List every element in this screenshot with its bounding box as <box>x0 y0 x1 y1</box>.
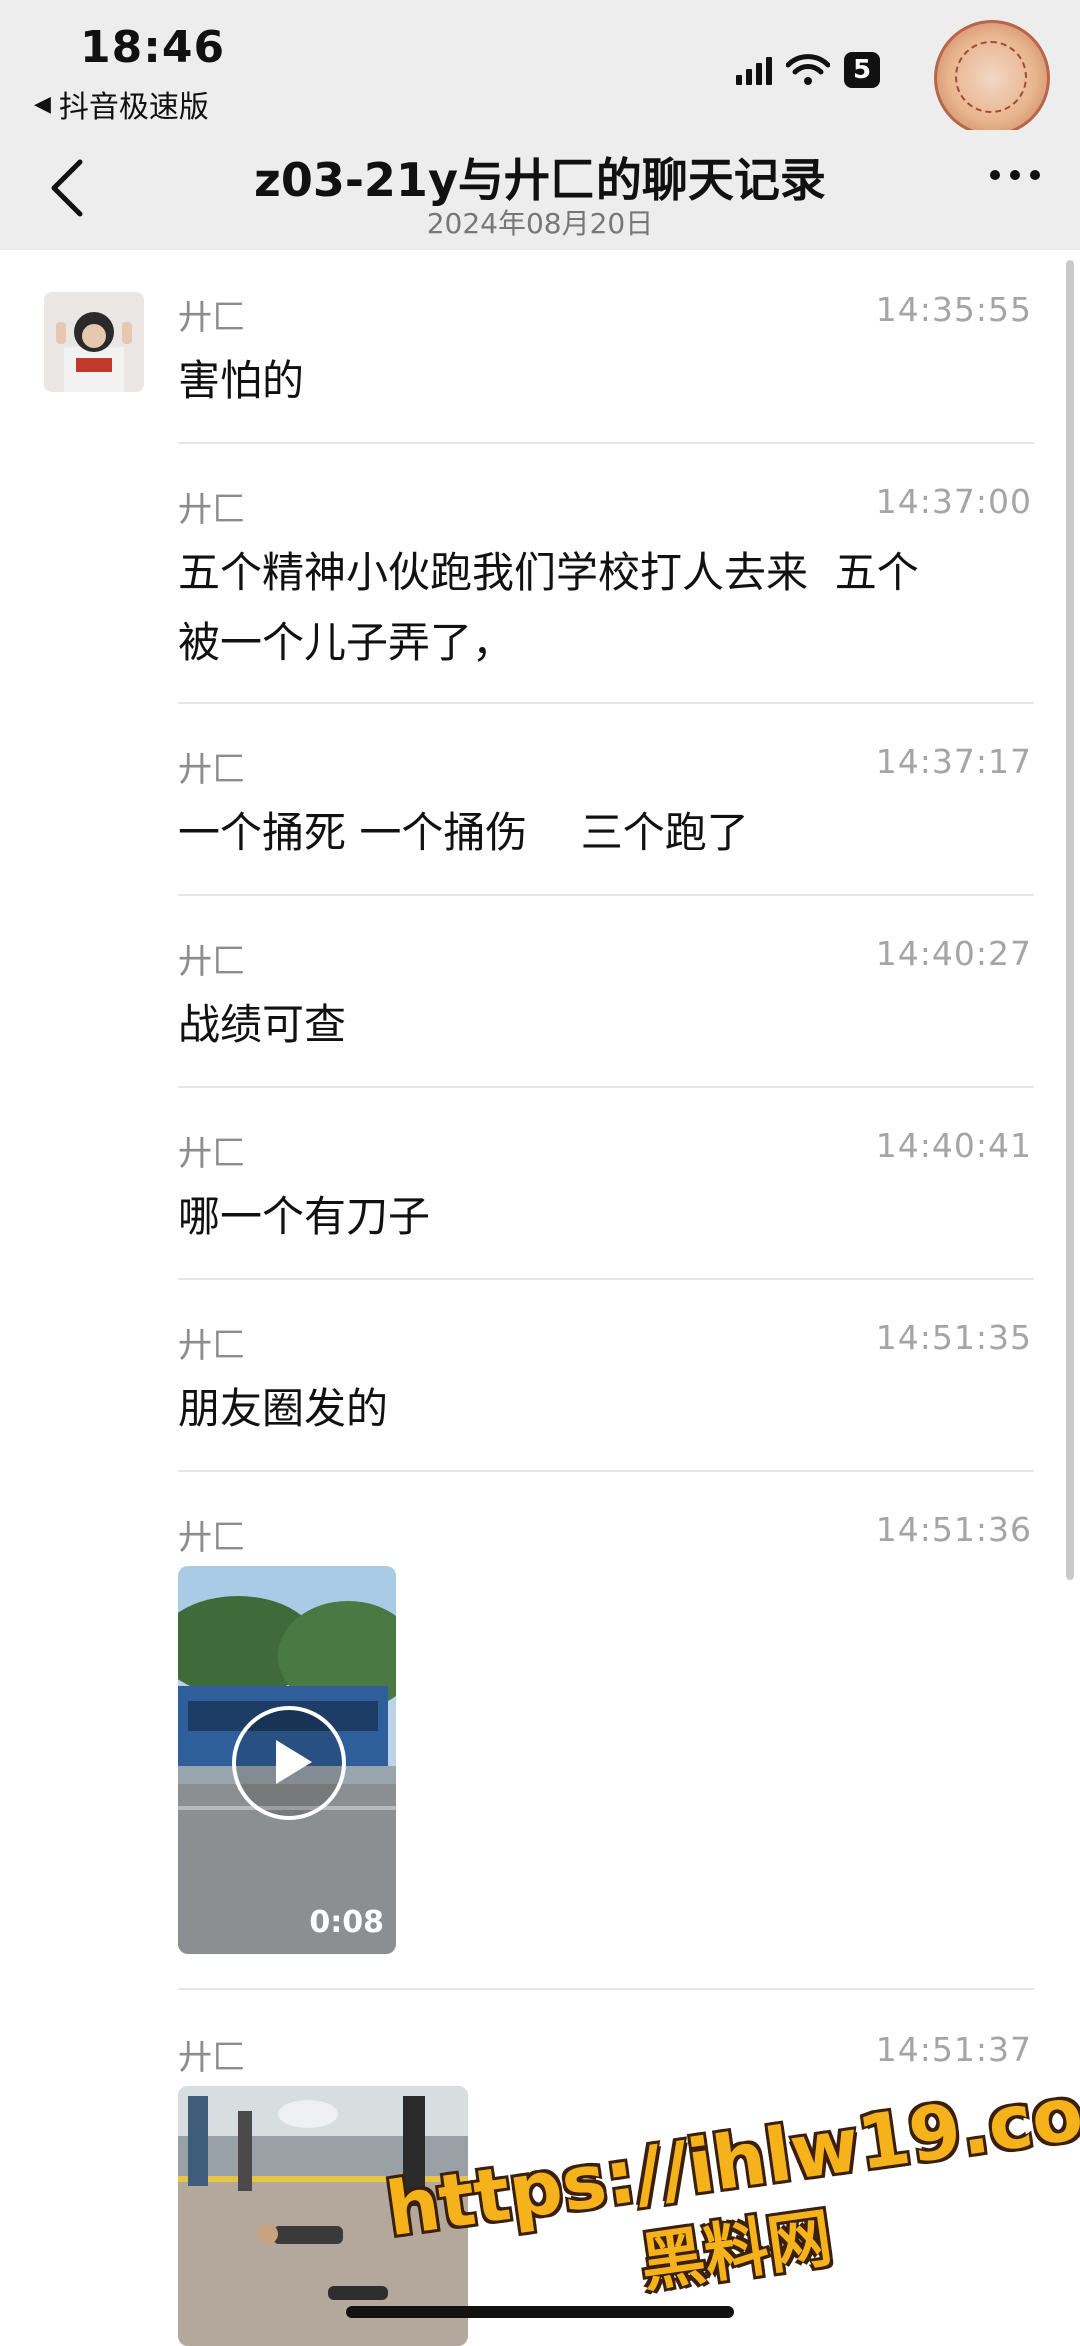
message-time: 14:37:00 <box>875 482 1032 521</box>
divider <box>178 1278 1034 1280</box>
chat-message[interactable]: 廾匚 14:40:27 战绩可查 <box>178 934 1034 1088</box>
message-sender: 廾匚 <box>178 1326 246 1366</box>
back-triangle-icon: ◀ <box>34 91 51 117</box>
video-duration: 0:08 <box>309 1905 384 1940</box>
status-bar: 18:46 ◀ 抖音极速版 5 <box>0 0 1080 136</box>
divider <box>178 1470 1034 1472</box>
cellular-signal-icon <box>736 55 772 85</box>
divider <box>178 894 1034 896</box>
divider <box>178 442 1034 444</box>
message-text: 朋友圈发的 <box>178 1384 389 1433</box>
message-text: 害怕的 <box>178 356 305 405</box>
message-sender: 廾匚 <box>178 750 246 790</box>
message-sender: 廾匚 <box>178 942 246 982</box>
divider <box>178 1086 1034 1088</box>
chat-date: 2024年08月20日 <box>426 207 654 240</box>
message-time: 14:51:37 <box>875 2030 1032 2069</box>
message-time: 14:35:55 <box>875 290 1032 329</box>
message-text: 哪一个有刀子 <box>178 1192 431 1241</box>
message-sender: 廾匚 <box>178 1134 246 1174</box>
message-sender: 廾匚 <box>178 1518 246 1558</box>
message-sender: 廾匚 <box>178 490 246 530</box>
status-time: 18:46 <box>80 22 226 73</box>
more-options-icon[interactable] <box>990 170 1040 180</box>
stamp-seal <box>934 20 1050 136</box>
home-indicator[interactable] <box>346 2306 734 2318</box>
back-app-label: 抖音极速版 <box>58 90 209 125</box>
video-thumbnail[interactable]: 0:08 <box>178 1566 396 1954</box>
chat-message[interactable]: 廾匚 14:40:41 哪一个有刀子 <box>178 1126 1034 1280</box>
play-icon[interactable] <box>232 1706 346 1820</box>
divider <box>178 702 1034 704</box>
message-text: 一个捅死 一个捅伤 三个跑了 <box>178 808 749 857</box>
wifi-icon <box>786 54 830 85</box>
chat-header: z03-21y与廾匚的聊天记录 2024年08月20日 <box>0 130 1080 250</box>
chat-message[interactable]: 廾匚 14:37:00 五个精神小伙跑我们学校打人去来 五个 被一个儿子弄了， <box>178 482 1034 704</box>
divider <box>178 1988 1034 1990</box>
message-time: 14:51:35 <box>875 1318 1032 1357</box>
message-text: 五个精神小伙跑我们学校打人去来 五个 被一个儿子弄了， <box>178 548 919 667</box>
chat-message[interactable]: 廾匚 14:51:36 0:08 <box>178 1510 1034 1990</box>
chat-message[interactable]: 廾匚 14:35:55 害怕的 <box>178 290 1034 444</box>
message-sender: 廾匚 <box>178 298 246 338</box>
message-sender: 廾匚 <box>178 2038 246 2078</box>
chat-message[interactable]: 廾匚 14:37:17 一个捅死 一个捅伤 三个跑了 <box>178 742 1034 896</box>
message-time: 14:51:36 <box>875 1510 1032 1549</box>
chat-message[interactable]: 廾匚 14:51:35 朋友圈发的 <box>178 1318 1034 1472</box>
avatar[interactable] <box>44 292 144 392</box>
message-time: 14:40:41 <box>875 1126 1032 1165</box>
message-time: 14:40:27 <box>875 934 1032 973</box>
page-title: z03-21y与廾匚的聊天记录 <box>254 153 826 207</box>
status-icons: 5 <box>736 52 880 88</box>
scrollbar[interactable] <box>1066 260 1074 1580</box>
message-text: 战绩可查 <box>178 1000 347 1049</box>
back-to-app-link[interactable]: ◀ 抖音极速版 <box>34 82 209 126</box>
battery-icon: 5 <box>844 52 880 88</box>
message-time: 14:37:17 <box>875 742 1032 781</box>
